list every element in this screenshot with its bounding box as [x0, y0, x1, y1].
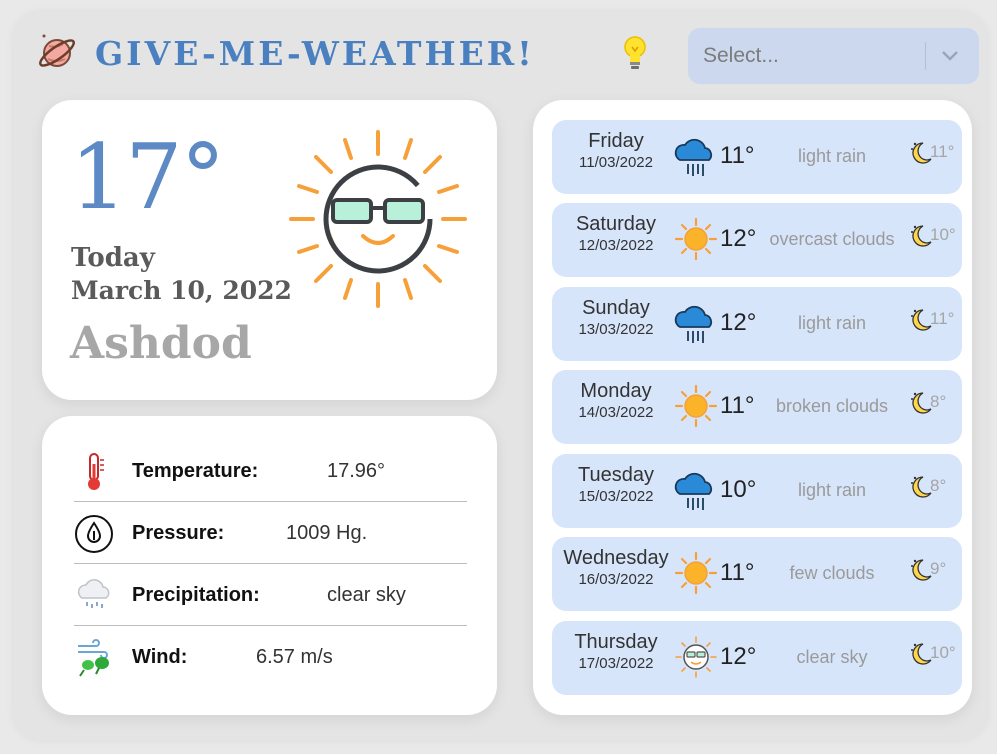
sun-with-sunglasses-icon	[289, 130, 467, 308]
forecast-description: clear sky	[796, 647, 868, 667]
forecast-min-temp: 10°	[930, 643, 956, 662]
forecast-max-temp: 11°	[720, 392, 755, 419]
forecast-max-temp: 12°	[720, 309, 757, 336]
detail-row-wind: Wind: 6.57 m/s	[74, 626, 467, 688]
forecast-min-temp: 10°	[930, 225, 956, 244]
forecast-max-temp: 10°	[720, 476, 757, 503]
forecast-day: Thursday	[574, 631, 658, 653]
forecast-date: 13/03/2022	[578, 321, 654, 338]
forecast-min-temp: 11°	[930, 142, 955, 161]
forecast-day: Wednesday	[563, 547, 669, 569]
city-name: Ashdod	[70, 318, 252, 369]
detail-value: 17.96°	[327, 460, 386, 482]
forecast-min-temp: 8°	[930, 476, 947, 495]
forecast-description: light rain	[797, 146, 867, 166]
select-separator	[925, 42, 926, 70]
forecast-min-temp: 8°	[930, 392, 947, 411]
forecast-date: 16/03/2022	[578, 571, 654, 588]
forecast-date: 17/03/2022	[578, 655, 654, 672]
forecast-description: overcast clouds	[769, 229, 895, 249]
forecast-max-temp: 12°	[720, 643, 757, 670]
detail-value: 6.57 m/s	[256, 646, 333, 668]
wind-icon	[78, 639, 109, 677]
pressure-drop-icon	[75, 515, 113, 553]
planet-icon	[39, 34, 75, 67]
today-label: Today	[71, 243, 155, 273]
detail-row-temperature: Temperature: 17.96°	[74, 440, 467, 502]
city-select[interactable]: Select...	[688, 28, 979, 84]
sun-icon	[674, 217, 718, 261]
rain-cloud-icon	[77, 579, 110, 608]
forecast-day: Sunday	[582, 297, 650, 319]
lightbulb-icon[interactable]	[620, 33, 650, 73]
forecast-day: Saturday	[575, 213, 657, 235]
sun-icon	[674, 551, 718, 595]
forecast-description: broken clouds	[775, 396, 889, 416]
forecast-max-temp: 12°	[720, 225, 757, 252]
forecast-card: Friday 11/03/2022 11° light rain 11° Sat…	[533, 100, 972, 715]
current-temperature: 17°	[70, 125, 226, 230]
city-select-placeholder: Select...	[703, 44, 779, 67]
detail-row-pressure: Pressure: 1009 Hg.	[74, 502, 467, 564]
forecast-min-temp: 9°	[930, 559, 947, 578]
forecast-min-temp: 11°	[930, 309, 955, 328]
forecast-row[interactable]: Tuesday 15/03/2022 10° light rain 8°	[552, 454, 962, 528]
forecast-description: few clouds	[789, 563, 875, 583]
detail-value: clear sky	[327, 584, 406, 606]
forecast-day: Tuesday	[578, 464, 654, 486]
rain-cloud-icon	[674, 472, 713, 510]
rain-cloud-icon	[674, 305, 713, 343]
forecast-max-temp: 11°	[720, 559, 755, 586]
forecast-row[interactable]: Sunday 13/03/2022 12° light rain 11°	[552, 287, 962, 361]
forecast-day: Friday	[588, 130, 644, 152]
forecast-row[interactable]: Monday 14/03/2022 11° broken clouds 8°	[552, 370, 962, 444]
detail-value: 1009 Hg.	[286, 522, 368, 544]
forecast-row[interactable]: Saturday 12/03/2022 12° overcast clouds …	[552, 203, 962, 277]
forecast-description: light rain	[797, 480, 867, 500]
forecast-date: 12/03/2022	[578, 237, 654, 254]
current-weather-card: 17° Today March 10, 2022 Ashdod	[42, 100, 497, 400]
detail-label: Pressure:	[132, 522, 225, 544]
detail-row-precipitation: Precipitation: clear sky	[74, 564, 467, 626]
forecast-date: 15/03/2022	[578, 488, 654, 505]
forecast-date: 11/03/2022	[579, 154, 653, 171]
sun-icon	[674, 384, 718, 428]
forecast-day: Monday	[580, 380, 652, 402]
forecast-row[interactable]: Thursday 17/03/2022 12° clear sky 10°	[552, 621, 962, 695]
weather-details-card: Temperature: 17.96° Pressure: 1009 Hg. P…	[42, 416, 497, 715]
detail-label: Precipitation:	[132, 584, 260, 606]
detail-label: Wind:	[132, 646, 188, 668]
detail-label: Temperature:	[132, 460, 259, 482]
thermometer-icon	[88, 453, 104, 490]
forecast-description: light rain	[797, 313, 867, 333]
forecast-row[interactable]: Friday 11/03/2022 11° light rain 11°	[552, 120, 962, 194]
rain-cloud-icon	[674, 138, 713, 176]
chevron-down-icon[interactable]	[939, 46, 961, 66]
forecast-row[interactable]: Wednesday 16/03/2022 11° few clouds 9°	[552, 537, 962, 611]
forecast-max-temp: 11°	[720, 142, 755, 169]
sun-with-sunglasses-icon	[675, 636, 717, 678]
app-title: GIVE-ME-WEATHER!	[95, 34, 535, 73]
forecast-date: 14/03/2022	[578, 404, 654, 421]
current-date: March 10, 2022	[71, 276, 292, 305]
